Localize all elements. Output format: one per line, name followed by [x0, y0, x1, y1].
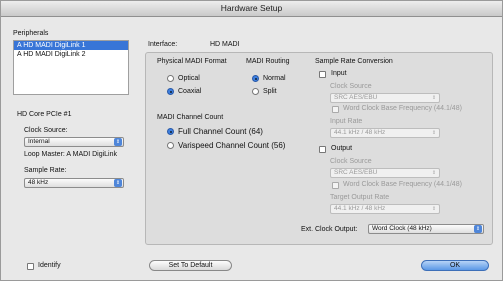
- normal-label: Normal: [263, 75, 286, 82]
- src-input-label: Input: [331, 70, 347, 77]
- full-channel-label: Full Channel Count (64): [178, 127, 263, 136]
- interface-label: Interface:: [148, 41, 178, 48]
- peripheral-item[interactable]: A HD MADI DigiLink 2: [14, 50, 128, 59]
- output-word-clock-label: Word Clock Base Frequency (44.1/48): [343, 181, 462, 188]
- popup-arrows-icon: ⇕: [431, 206, 437, 212]
- input-clock-source-value: SRC AES/EBU: [334, 94, 378, 101]
- ext-clock-label: Ext. Clock Output:: [301, 226, 358, 233]
- popup-arrows-icon: ⇕: [114, 179, 122, 187]
- output-clock-source-value: SRC AES/EBU: [334, 169, 378, 176]
- src-output-checkbox[interactable]: [319, 146, 326, 153]
- src-label: Sample Rate Conversion: [315, 58, 393, 65]
- identify-checkbox[interactable]: [27, 263, 34, 270]
- varispeed-channel-label: Varispeed Channel Count (56): [178, 141, 286, 150]
- output-clock-source-label: Clock Source: [330, 158, 372, 165]
- popup-arrows-icon: ⇕: [431, 95, 437, 101]
- peripherals-label: Peripherals: [13, 30, 49, 37]
- split-radio[interactable]: [252, 88, 259, 95]
- input-clock-source-label: Clock Source: [330, 83, 372, 90]
- core-label: HD Core PCIe #1: [17, 111, 72, 118]
- popup-arrows-icon: ⇕: [431, 170, 437, 176]
- ext-clock-select[interactable]: Word Clock (48 kHz) ⇕: [368, 224, 484, 234]
- varispeed-channel-radio[interactable]: [167, 142, 174, 149]
- peripherals-list: A HD MADI DigiLink 1 A HD MADI DigiLink …: [13, 40, 129, 95]
- optical-radio[interactable]: [167, 75, 174, 82]
- madi-routing-label: MADI Routing: [246, 58, 290, 65]
- peripheral-item[interactable]: A HD MADI DigiLink 1: [14, 41, 128, 50]
- hardware-setup-window: Hardware Setup Peripherals A HD MADI Dig…: [0, 0, 503, 281]
- clock-source-select[interactable]: Internal ⇕: [24, 137, 124, 147]
- sample-rate-label: Sample Rate:: [24, 167, 67, 174]
- input-rate-select[interactable]: 44.1 kHz / 48 kHz ⇕: [330, 128, 440, 138]
- channel-count-label: MADI Channel Count: [157, 114, 224, 121]
- popup-arrows-icon: ⇕: [114, 138, 122, 146]
- src-output-label: Output: [331, 145, 353, 152]
- src-input-checkbox[interactable]: [319, 71, 326, 78]
- input-word-clock-label: Word Clock Base Frequency (44.1/48): [343, 105, 462, 112]
- sample-rate-select[interactable]: 48 kHz ⇕: [24, 178, 124, 188]
- interface-value: HD MADI: [210, 41, 240, 48]
- optical-label: Optical: [178, 75, 200, 82]
- output-rate-value: 44.1 kHz / 48 kHz: [334, 205, 386, 212]
- sample-rate-value: 48 kHz: [28, 179, 49, 186]
- normal-radio[interactable]: [252, 75, 259, 82]
- output-rate-select[interactable]: 44.1 kHz / 48 kHz ⇕: [330, 204, 440, 214]
- madi-format-label: Physical MADI Format: [157, 58, 227, 65]
- coaxial-radio[interactable]: [167, 88, 174, 95]
- input-rate-label: Input Rate: [330, 118, 363, 125]
- ok-button[interactable]: OK: [421, 260, 489, 271]
- input-word-clock-checkbox[interactable]: [332, 106, 339, 113]
- clock-source-label: Clock Source:: [24, 127, 68, 134]
- input-clock-source-select[interactable]: SRC AES/EBU ⇕: [330, 93, 440, 103]
- popup-arrows-icon: ⇕: [431, 130, 437, 136]
- output-word-clock-checkbox[interactable]: [332, 182, 339, 189]
- coaxial-label: Coaxial: [178, 88, 202, 95]
- output-rate-label: Target Output Rate: [330, 194, 390, 201]
- window-title: Hardware Setup: [1, 1, 502, 17]
- loop-master-text: Loop Master: A MADI DigiLink: [24, 151, 117, 158]
- full-channel-radio[interactable]: [167, 128, 174, 135]
- popup-arrows-icon: ⇕: [474, 225, 482, 233]
- set-to-default-button[interactable]: Set To Default: [149, 260, 232, 271]
- ext-clock-value: Word Clock (48 kHz): [372, 225, 432, 232]
- split-label: Split: [263, 88, 277, 95]
- identify-label: Identify: [38, 262, 61, 269]
- clock-source-value: Internal: [28, 138, 50, 145]
- input-rate-value: 44.1 kHz / 48 kHz: [334, 129, 386, 136]
- output-clock-source-select[interactable]: SRC AES/EBU ⇕: [330, 168, 440, 178]
